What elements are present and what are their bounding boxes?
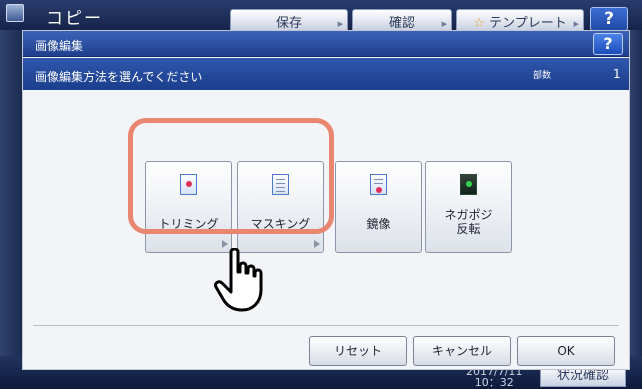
- copies-label: 部数: [533, 71, 552, 81]
- reset-button[interactable]: リセット: [309, 336, 407, 366]
- star-icon: ☆: [473, 16, 485, 31]
- negative-positive-icon: [460, 174, 477, 195]
- dialog-title: 画像編集: [35, 39, 84, 53]
- copy-screen-title: コピー: [46, 9, 103, 29]
- dialog-title-bar: 画像編集 ?: [23, 31, 629, 57]
- template-tab-label: テンプレート: [489, 16, 567, 31]
- mirror-image-option-button[interactable]: 鏡像: [335, 161, 422, 253]
- selection-highlight: [128, 118, 334, 234]
- left-panel-edge: [0, 30, 22, 356]
- chevron-down-icon: ▶: [337, 20, 343, 28]
- chevron-down-icon: ▶: [573, 20, 579, 28]
- instruction-text: 画像編集方法を選んでください: [35, 70, 203, 84]
- dialog-divider: [33, 325, 619, 326]
- right-panel-edge: [630, 30, 642, 356]
- mirror-image-icon: [370, 174, 387, 195]
- submenu-arrow-icon: [222, 240, 228, 248]
- mirror-image-label: 鏡像: [366, 217, 391, 231]
- save-tab-label: 保存: [275, 16, 302, 31]
- cancel-button[interactable]: キャンセル: [413, 336, 511, 366]
- submenu-arrow-icon: [314, 240, 320, 248]
- pointing-hand-icon: [214, 248, 263, 312]
- template-tab-button[interactable]: ☆ テンプレート ▶: [456, 9, 584, 31]
- dialog-help-button[interactable]: ?: [593, 33, 623, 55]
- instruction-bar: 画像編集方法を選んでください 部数 1: [23, 58, 629, 90]
- negative-positive-label: ネガポジ 反転: [444, 208, 493, 236]
- main-help-button[interactable]: ?: [590, 7, 628, 31]
- chevron-down-icon: ▶: [441, 20, 447, 28]
- ok-button[interactable]: OK: [517, 336, 615, 366]
- confirm-tab-label: 確認: [388, 16, 415, 31]
- copies-value: 1: [613, 67, 621, 81]
- copy-app-icon: [6, 4, 24, 22]
- save-tab-button[interactable]: 保存 ▶: [230, 9, 348, 31]
- confirm-tab-button[interactable]: 確認 ▶: [352, 9, 452, 31]
- negative-positive-option-button[interactable]: ネガポジ 反転: [425, 161, 512, 253]
